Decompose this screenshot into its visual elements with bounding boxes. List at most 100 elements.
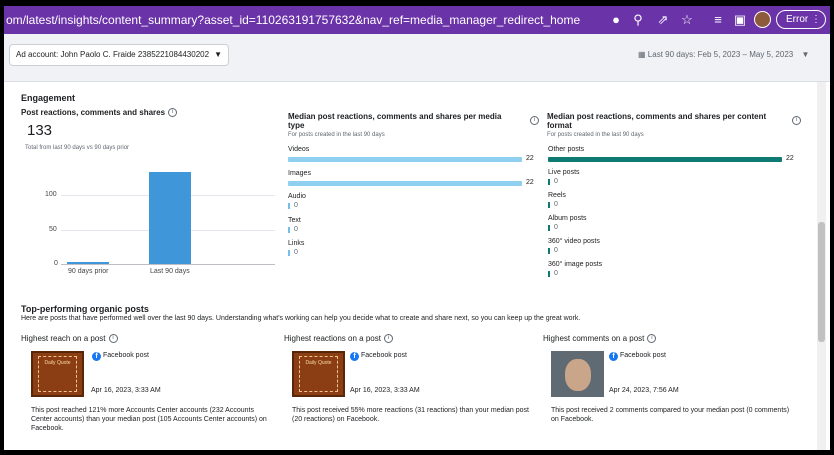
info-icon[interactable]: i bbox=[108, 334, 118, 344]
info-icon[interactable]: i bbox=[383, 334, 393, 344]
share-icon[interactable]: ⇗ bbox=[655, 12, 671, 28]
bar-value: 22 bbox=[526, 155, 534, 162]
bar-value: 0 bbox=[554, 270, 558, 277]
quote-graphic: Daily Quote bbox=[299, 356, 338, 392]
bar-live-posts[interactable] bbox=[548, 179, 550, 185]
url-text[interactable]: om/latest/insights/content_summary?asset… bbox=[6, 13, 580, 27]
browser-window: om/latest/insights/content_summary?asset… bbox=[4, 6, 830, 450]
media-type-subtitle: For posts created in the last 90 days bbox=[288, 132, 385, 138]
side-panel-icon[interactable]: ▣ bbox=[732, 12, 748, 28]
post-description[interactable]: This post reached 121% more Accounts Cen… bbox=[31, 406, 276, 433]
bar-value: 0 bbox=[554, 201, 558, 208]
filter-toolbar: Ad account: John Paolo C. Fraide 2385221… bbox=[4, 34, 830, 82]
insights-content: Engagement Post reactions, comments and … bbox=[17, 90, 817, 446]
bar-value: 0 bbox=[554, 178, 558, 185]
bar-last-90-days[interactable] bbox=[149, 172, 191, 264]
row-label-album-posts: Album posts bbox=[548, 215, 587, 222]
row-label-360-video-posts: 360° video posts bbox=[548, 238, 600, 245]
bar-value: 0 bbox=[294, 202, 298, 209]
date-range-selector[interactable]: ▦ Last 90 days: Feb 5, 2023 – May 5, 202… bbox=[638, 50, 809, 59]
info-icon[interactable]: i bbox=[530, 116, 539, 125]
more-vert-icon: ⋮ bbox=[811, 14, 822, 25]
scrollbar[interactable] bbox=[817, 82, 826, 450]
highest-reactions-heading: Highest reactions on a post i bbox=[284, 334, 393, 344]
post-reactions-title-text: Post reactions, comments and shares bbox=[21, 108, 166, 117]
bar-360-image-posts[interactable] bbox=[548, 271, 550, 277]
post-date: Apr 16, 2023, 3:33 AM bbox=[91, 387, 161, 394]
bookmark-star-icon[interactable]: ☆ bbox=[679, 12, 695, 28]
row-label-360-image-posts: 360° image posts bbox=[548, 261, 603, 268]
bar-value: 0 bbox=[294, 225, 298, 233]
post-thumbnail[interactable]: Daily Quote bbox=[292, 351, 345, 397]
post-description[interactable]: This post received 55% more reactions (3… bbox=[292, 406, 532, 424]
caret-down-icon: ▼ bbox=[801, 50, 810, 59]
post-description[interactable]: This post received 2 comments compared t… bbox=[551, 406, 791, 424]
ad-account-selector[interactable]: Ad account: John Paolo C. Fraide 2385221… bbox=[9, 44, 229, 66]
info-icon[interactable]: i bbox=[792, 116, 801, 125]
facebook-icon: f bbox=[350, 352, 359, 361]
row-label-links: Links bbox=[288, 240, 305, 247]
address-bar: om/latest/insights/content_summary?asset… bbox=[4, 6, 830, 34]
error-label: Error bbox=[786, 14, 809, 25]
post-thumbnail[interactable] bbox=[551, 351, 604, 397]
post-platform: Facebook post bbox=[103, 352, 149, 359]
photo-face bbox=[565, 359, 591, 391]
media-type-title-line2: type bbox=[288, 121, 305, 130]
scroll-thumb[interactable] bbox=[818, 222, 825, 342]
info-icon[interactable]: i bbox=[168, 108, 178, 118]
bar-images[interactable] bbox=[288, 180, 522, 186]
bar-text[interactable] bbox=[288, 226, 290, 233]
highest-comments-heading-text: Highest comments on a post bbox=[543, 334, 645, 343]
info-icon[interactable]: i bbox=[647, 334, 657, 344]
bar-album-posts[interactable] bbox=[548, 225, 550, 231]
facebook-icon: f bbox=[609, 352, 618, 361]
error-button[interactable]: Error ⋮ bbox=[776, 10, 826, 29]
facebook-icon: f bbox=[92, 352, 101, 361]
media-type-title-line1: Median post reactions, comments and shar… bbox=[288, 112, 502, 121]
highest-reach-heading-text: Highest reach on a post bbox=[21, 334, 106, 343]
google-icon[interactable]: ● bbox=[608, 12, 624, 28]
caret-down-icon: ▼ bbox=[214, 50, 222, 59]
bar-reels[interactable] bbox=[548, 202, 550, 208]
bar-value: 22 bbox=[786, 155, 794, 162]
bar-audio[interactable] bbox=[288, 203, 290, 209]
thumbnail-text: Daily Quote bbox=[305, 360, 332, 366]
post-platform: Facebook post bbox=[361, 352, 407, 359]
post-platform: Facebook post bbox=[620, 352, 666, 359]
bar-other-posts[interactable] bbox=[548, 157, 782, 162]
x-tick-90-days-prior: 90 days prior bbox=[68, 268, 109, 275]
content-format-subtitle: For posts created in the last 90 days bbox=[547, 132, 644, 138]
engagement-title: Engagement bbox=[21, 93, 76, 103]
profile-avatar[interactable] bbox=[754, 11, 771, 28]
post-date: Apr 24, 2023, 7:56 AM bbox=[609, 387, 679, 394]
row-label-live-posts: Live posts bbox=[548, 169, 580, 176]
bar-value: 22 bbox=[526, 178, 534, 186]
total-subtitle: Total from last 90 days vs 90 days prior bbox=[25, 145, 130, 151]
row-label-reels: Reels bbox=[548, 192, 566, 199]
bar-value: 0 bbox=[554, 224, 558, 231]
bar-360-video-posts[interactable] bbox=[548, 248, 550, 254]
content-format-title-line1: Median post reactions, comments and shar… bbox=[547, 112, 767, 121]
y-tick-100: 100 bbox=[45, 191, 57, 198]
zoom-icon[interactable]: ⚲ bbox=[630, 12, 646, 28]
content-format-title-line2: format bbox=[547, 121, 572, 130]
gridline-0 bbox=[61, 264, 275, 265]
y-tick-0: 0 bbox=[54, 260, 58, 267]
total-reactions: 133 bbox=[27, 122, 53, 139]
bar-links[interactable] bbox=[288, 250, 290, 256]
content-format-title: Median post reactions, comments and shar… bbox=[547, 112, 787, 130]
calendar-icon: ▦ bbox=[638, 50, 646, 59]
media-type-title: Median post reactions, comments and shar… bbox=[288, 112, 528, 130]
post-thumbnail[interactable]: Daily Quote bbox=[31, 351, 84, 397]
bar-value: 0 bbox=[554, 247, 558, 254]
bar-90-days-prior[interactable] bbox=[67, 262, 109, 264]
row-label-audio: Audio bbox=[288, 193, 306, 200]
quote-graphic: Daily Quote bbox=[38, 356, 77, 392]
bar-videos[interactable] bbox=[288, 157, 522, 162]
top-posts-description: Here are posts that have performed well … bbox=[21, 315, 581, 322]
row-label-text: Text bbox=[288, 216, 301, 224]
post-date: Apr 16, 2023, 3:33 AM bbox=[350, 387, 420, 394]
bar-value: 0 bbox=[294, 249, 298, 256]
reading-list-icon[interactable]: ≡ bbox=[710, 12, 726, 28]
highest-reach-heading: Highest reach on a post i bbox=[21, 334, 118, 344]
